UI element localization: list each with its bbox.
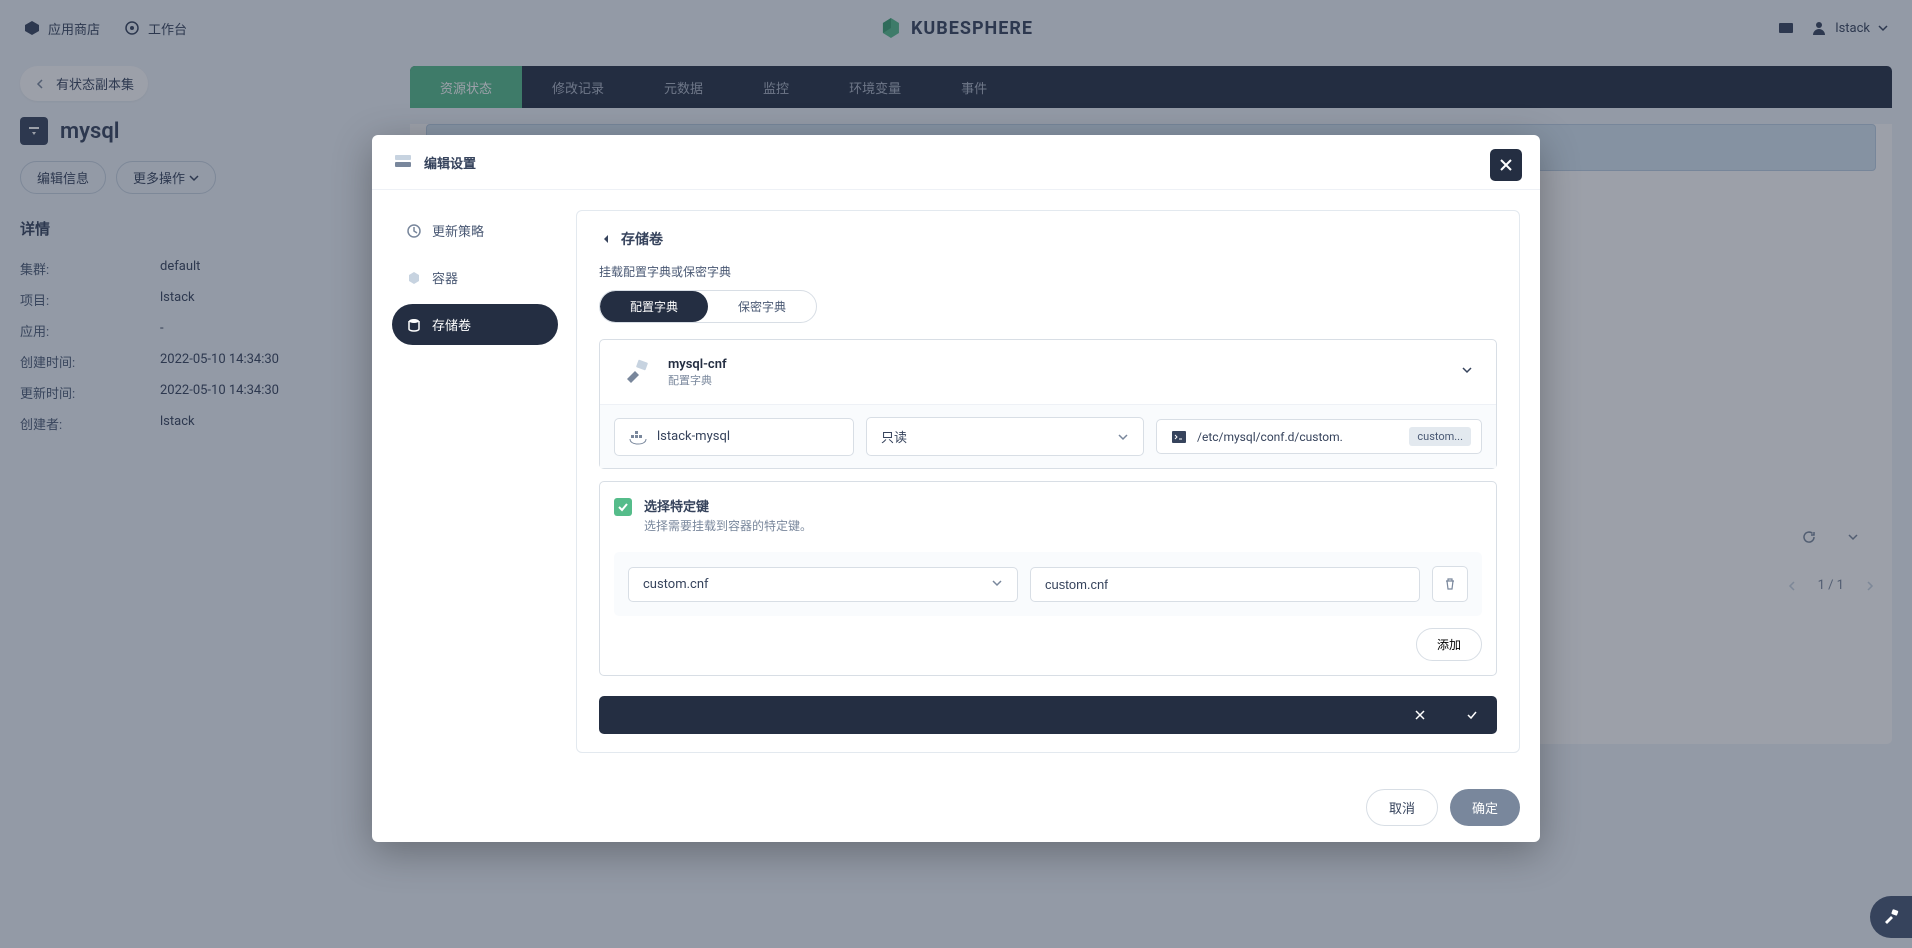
- type-toggle: 配置字典 保密字典: [599, 290, 817, 323]
- cancel-button[interactable]: 取消: [1366, 789, 1438, 826]
- key-select-value: custom.cnf: [643, 577, 709, 592]
- expand-configmap[interactable]: [1456, 359, 1478, 385]
- close-icon: [1498, 157, 1514, 173]
- section-title: 存储卷: [621, 229, 663, 249]
- specific-keys-title: 选择特定键: [644, 496, 812, 515]
- specific-keys-checkbox[interactable]: [614, 498, 632, 516]
- configmap-type: 配置字典: [668, 372, 1442, 388]
- trash-icon: [1443, 577, 1457, 591]
- back-arrow-icon[interactable]: [599, 232, 613, 246]
- modal-content: 存储卷 挂载配置字典或保密字典 配置字典 保密字典 mysql-cnf: [576, 210, 1520, 753]
- mount-path-value: /etc/mysql/conf.d/custom.: [1197, 430, 1399, 444]
- sidebar-item-label: 存储卷: [432, 315, 471, 334]
- container-name: lstack-mysql: [657, 429, 730, 444]
- sidebar-item-update-policy[interactable]: 更新策略: [392, 210, 558, 251]
- modal-footer: 取消 确定: [372, 773, 1540, 842]
- key-path-input[interactable]: [1030, 567, 1420, 602]
- specific-keys-desc: 选择需要挂载到容器的特定键。: [644, 517, 812, 534]
- modal-sidebar: 更新策略 容器 存储卷: [392, 210, 564, 753]
- close-icon: [1413, 708, 1427, 722]
- mount-path-input[interactable]: /etc/mysql/conf.d/custom. custom...: [1156, 419, 1482, 454]
- mount-mode-select[interactable]: 只读: [866, 417, 1144, 456]
- container-icon: [406, 270, 422, 286]
- mount-mode-value: 只读: [881, 427, 907, 446]
- pill-secret[interactable]: 保密字典: [708, 291, 816, 322]
- delete-key-button[interactable]: [1432, 566, 1468, 602]
- chevron-down-icon: [1117, 431, 1129, 443]
- volume-icon: [406, 317, 422, 333]
- configmap-card: mysql-cnf 配置字典 lstack-mysql: [599, 339, 1497, 469]
- add-key-button[interactable]: 添加: [1416, 628, 1482, 661]
- specific-keys-card: 选择特定键 选择需要挂载到容器的特定键。 custom.cnf: [599, 481, 1497, 676]
- modal-overlay: 编辑设置 更新策略 容器 存储卷: [0, 0, 1912, 948]
- sidebar-item-containers[interactable]: 容器: [392, 257, 558, 298]
- chevron-down-icon: [991, 577, 1003, 589]
- ok-button[interactable]: 确定: [1450, 789, 1520, 826]
- check-icon: [1465, 708, 1479, 722]
- modal-close-button[interactable]: [1490, 149, 1522, 181]
- configmap-selector[interactable]: mysql-cnf 配置字典: [600, 340, 1496, 404]
- docker-icon: [629, 428, 647, 446]
- sidebar-item-volumes[interactable]: 存储卷: [392, 304, 558, 345]
- check-icon: [617, 501, 629, 513]
- help-fab[interactable]: [1870, 896, 1912, 938]
- inline-confirm-button[interactable]: [1461, 704, 1483, 726]
- sidebar-item-label: 更新策略: [432, 221, 484, 240]
- subpath-tag: custom...: [1409, 427, 1471, 446]
- edit-settings-modal: 编辑设置 更新策略 容器 存储卷: [372, 135, 1540, 842]
- sidebar-item-label: 容器: [432, 268, 458, 287]
- configmap-name: mysql-cnf: [668, 357, 1442, 372]
- section-subtitle: 挂载配置字典或保密字典: [599, 263, 1497, 280]
- inline-cancel-button[interactable]: [1409, 704, 1431, 726]
- container-chip: lstack-mysql: [614, 418, 854, 456]
- inline-confirm-bar: [599, 696, 1497, 734]
- pill-configmap[interactable]: 配置字典: [600, 291, 708, 322]
- key-select[interactable]: custom.cnf: [628, 567, 1018, 602]
- hammer-icon: [1882, 908, 1900, 926]
- modal-header: 编辑设置: [372, 135, 1540, 190]
- mount-row: lstack-mysql 只读 /etc/mysql/conf.d/custom…: [600, 404, 1496, 468]
- terminal-icon: [1171, 429, 1187, 445]
- strategy-icon: [406, 223, 422, 239]
- section-header: 存储卷: [599, 229, 1497, 249]
- server-icon: [392, 151, 414, 173]
- chevron-down-icon: [1460, 363, 1474, 377]
- hammer-icon: [618, 354, 654, 390]
- modal-title: 编辑设置: [424, 153, 476, 172]
- key-mapping-row: custom.cnf: [614, 552, 1482, 616]
